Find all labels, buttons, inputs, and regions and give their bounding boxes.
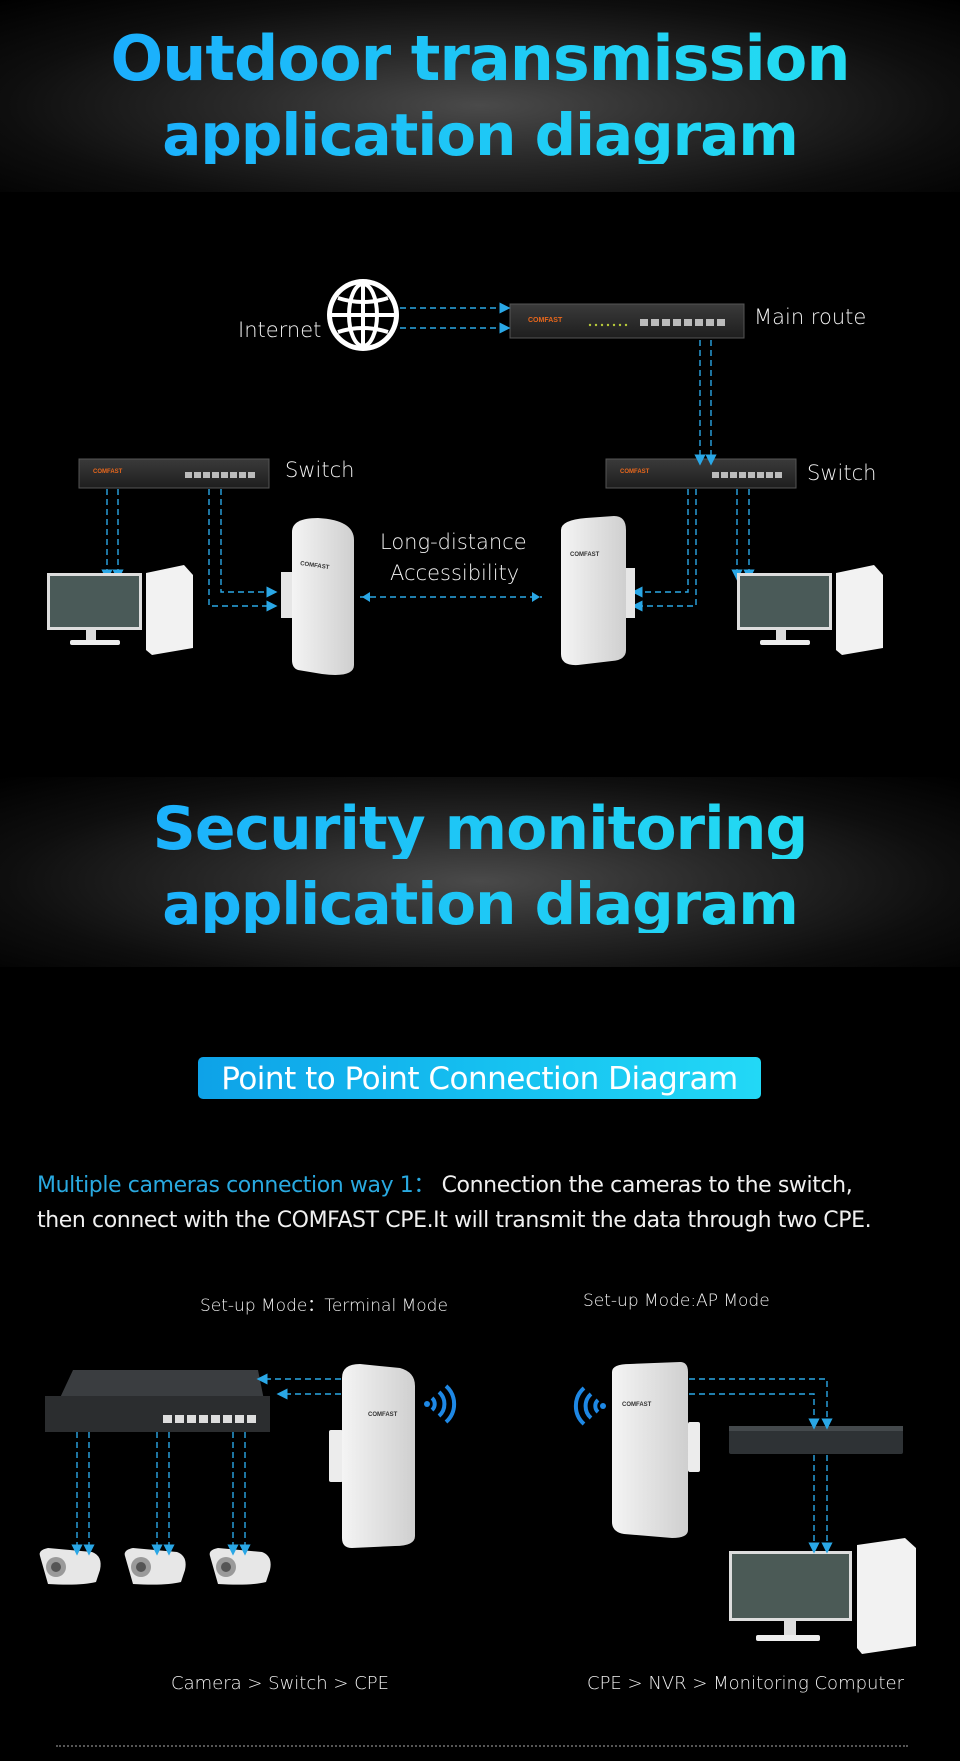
security-camera-2 [124,1548,186,1585]
monitoring-pc-right [737,565,883,655]
right-switch-device: COMFAST [605,458,797,489]
ap-mode-label: Set-up Mode:AP Mode [583,1291,770,1311]
switch-left-label: Switch [285,458,355,482]
security-banner: Security monitoring application diagram [0,777,960,967]
cpe-device-terminal: COMFAST [329,1364,415,1548]
left-switch-device: COMFAST [78,458,270,489]
left-flow-label: Camera > Switch > CPE [171,1673,389,1694]
description-line1: Connection the cameras to the switch, [435,1173,853,1198]
cpe-device-right: COMFAST [561,516,635,666]
security-banner-title-line2: application diagram [0,875,960,933]
svg-text:COMFAST: COMFAST [528,317,563,324]
poe-switch-device [45,1370,270,1432]
globe-icon [327,279,399,351]
terminal-mode-label: Set-up Mode：Terminal Mode [200,1296,448,1316]
dotted-divider [56,1745,908,1747]
security-banner-title-line1: Security monitoring [0,799,960,859]
main-route-label: Main route [754,305,867,329]
main-router-device: COMFAST [509,303,745,339]
security-camera-3 [209,1548,271,1585]
internet-label: Internet [238,318,322,342]
svg-text:COMFAST: COMFAST [570,552,600,558]
monitoring-pc-left [47,565,193,655]
right-flow-label: CPE > NVR > Monitoring Computer [587,1673,904,1694]
connection-description: Multiple cameras connection way 1： Conne… [37,1168,937,1238]
link-label-line2: Accessibility [390,561,520,585]
wifi-signal-icon-left [573,1386,606,1426]
description-highlight: Multiple cameras connection way 1： [37,1173,435,1198]
svg-text:COMFAST: COMFAST [620,469,650,475]
description-line2: then connect with the COMFAST CPE.It wil… [37,1208,872,1233]
svg-text:COMFAST: COMFAST [622,1402,652,1408]
link-label-line1: Long-distance [380,530,527,554]
cpe-device-left: COMFAST [281,518,354,675]
security-camera-1 [39,1548,101,1585]
ptp-connection-badge-text: Point to Point Connection Diagram [221,1061,738,1097]
cpe-device-ap: COMFAST [612,1362,700,1538]
svg-text:COMFAST: COMFAST [368,1412,398,1418]
ptp-connection-badge: Point to Point Connection Diagram [198,1057,761,1099]
nvr-device [729,1426,903,1454]
switch-right-label: Switch [807,461,877,485]
monitoring-pc-security [729,1538,916,1654]
svg-text:COMFAST: COMFAST [93,469,123,475]
wifi-signal-icon-right [424,1384,457,1424]
